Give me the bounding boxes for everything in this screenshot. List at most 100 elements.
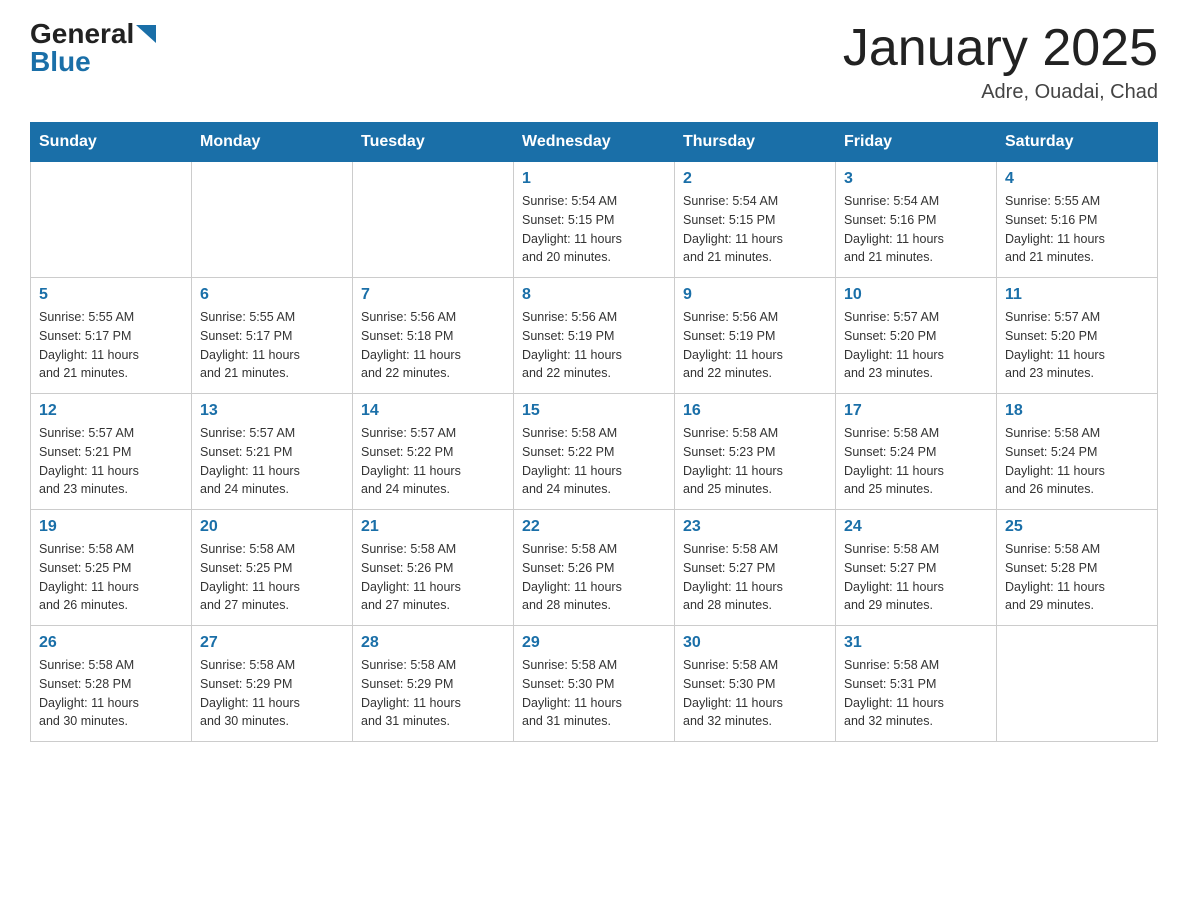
day-info: Sunrise: 5:58 AM Sunset: 5:23 PM Dayligh…	[683, 424, 827, 499]
calendar-cell: 26Sunrise: 5:58 AM Sunset: 5:28 PM Dayli…	[31, 626, 192, 742]
header-thursday: Thursday	[675, 123, 836, 162]
day-info: Sunrise: 5:57 AM Sunset: 5:20 PM Dayligh…	[1005, 308, 1149, 383]
calendar-cell: 5Sunrise: 5:55 AM Sunset: 5:17 PM Daylig…	[31, 278, 192, 394]
calendar-cell: 23 Sunrise: 5:58 AM Sunset: 5:27 PM Dayli…	[675, 510, 836, 626]
day-info: Sunrise: 5:55 AM Sunset: 5:16 PM Dayligh…	[1005, 192, 1149, 267]
day-info: Sunrise: 5:58 AM Sunset: 5:26 PM Dayligh…	[361, 540, 505, 615]
week-row-2: 5Sunrise: 5:55 AM Sunset: 5:17 PM Daylig…	[31, 278, 1158, 394]
location-text: Adre, Ouadai, Chad	[843, 81, 1158, 104]
day-number: 12	[39, 402, 183, 420]
day-number: 8	[522, 286, 666, 304]
day-info: Sunrise: 5:58 AM Sunset: 5:29 PM Dayligh…	[200, 656, 344, 731]
calendar-cell: 18 Sunrise: 5:58 AM Sunset: 5:24 PM Dayli…	[997, 394, 1158, 510]
day-info: Sunrise: 5:58 AM Sunset: 5:28 PM Dayligh…	[1005, 540, 1149, 615]
day-info: Sunrise: 5:58 AM Sunset: 5:27 PM Dayligh…	[683, 540, 827, 615]
day-number: 29	[522, 634, 666, 652]
calendar-cell: 27 Sunrise: 5:58 AM Sunset: 5:29 PM Dayli…	[192, 626, 353, 742]
day-info: Sunrise: 5:58 AM Sunset: 5:30 PM Dayligh…	[683, 656, 827, 731]
day-info: Sunrise: 5:55 AM Sunset: 5:17 PM Dayligh…	[200, 308, 344, 383]
calendar-cell: 19Sunrise: 5:58 AM Sunset: 5:25 PM Dayli…	[31, 510, 192, 626]
calendar-cell: 8 Sunrise: 5:56 AM Sunset: 5:19 PM Daylig…	[514, 278, 675, 394]
calendar-cell: 22 Sunrise: 5:58 AM Sunset: 5:26 PM Dayli…	[514, 510, 675, 626]
day-number: 15	[522, 402, 666, 420]
calendar-cell: 31 Sunrise: 5:58 AM Sunset: 5:31 PM Dayli…	[836, 626, 997, 742]
day-number: 19	[39, 518, 183, 536]
day-number: 14	[361, 402, 505, 420]
day-number: 30	[683, 634, 827, 652]
calendar-cell: 6 Sunrise: 5:55 AM Sunset: 5:17 PM Daylig…	[192, 278, 353, 394]
calendar-cell: 1Sunrise: 5:54 AM Sunset: 5:15 PM Daylig…	[514, 162, 675, 278]
day-number: 22	[522, 518, 666, 536]
calendar-cell: 9Sunrise: 5:56 AM Sunset: 5:19 PM Daylig…	[675, 278, 836, 394]
header-wednesday: Wednesday	[514, 123, 675, 162]
calendar-header-row: SundayMondayTuesdayWednesdayThursdayFrid…	[31, 123, 1158, 162]
calendar-cell: 14 Sunrise: 5:57 AM Sunset: 5:22 PM Dayli…	[353, 394, 514, 510]
logo-triangle-icon	[136, 25, 156, 45]
calendar-cell: 20 Sunrise: 5:58 AM Sunset: 5:25 PM Dayli…	[192, 510, 353, 626]
day-info: Sunrise: 5:58 AM Sunset: 5:31 PM Dayligh…	[844, 656, 988, 731]
calendar-cell: 4 Sunrise: 5:55 AM Sunset: 5:16 PM Daylig…	[997, 162, 1158, 278]
day-info: Sunrise: 5:54 AM Sunset: 5:16 PM Dayligh…	[844, 192, 988, 267]
calendar-cell: 16 Sunrise: 5:58 AM Sunset: 5:23 PM Dayli…	[675, 394, 836, 510]
day-number: 21	[361, 518, 505, 536]
day-number: 13	[200, 402, 344, 420]
calendar-cell	[192, 162, 353, 278]
day-number: 4	[1005, 170, 1149, 188]
calendar-cell: 28 Sunrise: 5:58 AM Sunset: 5:29 PM Dayli…	[353, 626, 514, 742]
day-number: 2	[683, 170, 827, 188]
calendar-cell: 7 Sunrise: 5:56 AM Sunset: 5:18 PM Daylig…	[353, 278, 514, 394]
header-sunday: Sunday	[31, 123, 192, 162]
day-info: Sunrise: 5:58 AM Sunset: 5:29 PM Dayligh…	[361, 656, 505, 731]
day-number: 28	[361, 634, 505, 652]
day-number: 20	[200, 518, 344, 536]
day-info: Sunrise: 5:58 AM Sunset: 5:26 PM Dayligh…	[522, 540, 666, 615]
day-number: 27	[200, 634, 344, 652]
day-number: 10	[844, 286, 988, 304]
calendar-cell	[31, 162, 192, 278]
calendar-cell: 12 Sunrise: 5:57 AM Sunset: 5:21 PM Dayli…	[31, 394, 192, 510]
header-tuesday: Tuesday	[353, 123, 514, 162]
logo-blue-text: Blue	[30, 48, 91, 76]
day-number: 16	[683, 402, 827, 420]
calendar-cell: 25 Sunrise: 5:58 AM Sunset: 5:28 PM Dayli…	[997, 510, 1158, 626]
day-info: Sunrise: 5:54 AM Sunset: 5:15 PM Dayligh…	[683, 192, 827, 267]
month-title: January 2025	[843, 20, 1158, 77]
day-number: 6	[200, 286, 344, 304]
day-number: 3	[844, 170, 988, 188]
calendar-cell	[353, 162, 514, 278]
day-number: 25	[1005, 518, 1149, 536]
calendar-cell: 29Sunrise: 5:58 AM Sunset: 5:30 PM Dayli…	[514, 626, 675, 742]
day-info: Sunrise: 5:55 AM Sunset: 5:17 PM Dayligh…	[39, 308, 183, 383]
day-info: Sunrise: 5:58 AM Sunset: 5:28 PM Dayligh…	[39, 656, 183, 731]
day-number: 23	[683, 518, 827, 536]
day-info: Sunrise: 5:56 AM Sunset: 5:19 PM Dayligh…	[522, 308, 666, 383]
day-info: Sunrise: 5:58 AM Sunset: 5:22 PM Dayligh…	[522, 424, 666, 499]
day-info: Sunrise: 5:56 AM Sunset: 5:19 PM Dayligh…	[683, 308, 827, 383]
day-info: Sunrise: 5:58 AM Sunset: 5:24 PM Dayligh…	[844, 424, 988, 499]
day-number: 17	[844, 402, 988, 420]
title-block: January 2025 Adre, Ouadai, Chad	[843, 20, 1158, 104]
day-number: 11	[1005, 286, 1149, 304]
day-number: 31	[844, 634, 988, 652]
day-info: Sunrise: 5:58 AM Sunset: 5:27 PM Dayligh…	[844, 540, 988, 615]
day-number: 7	[361, 286, 505, 304]
day-info: Sunrise: 5:57 AM Sunset: 5:20 PM Dayligh…	[844, 308, 988, 383]
logo-general-text: General	[30, 20, 134, 48]
day-info: Sunrise: 5:57 AM Sunset: 5:21 PM Dayligh…	[200, 424, 344, 499]
day-number: 18	[1005, 402, 1149, 420]
day-info: Sunrise: 5:57 AM Sunset: 5:21 PM Dayligh…	[39, 424, 183, 499]
day-info: Sunrise: 5:56 AM Sunset: 5:18 PM Dayligh…	[361, 308, 505, 383]
calendar-cell: 17 Sunrise: 5:58 AM Sunset: 5:24 PM Dayli…	[836, 394, 997, 510]
week-row-3: 12 Sunrise: 5:57 AM Sunset: 5:21 PM Dayli…	[31, 394, 1158, 510]
day-number: 24	[844, 518, 988, 536]
calendar-cell: 21 Sunrise: 5:58 AM Sunset: 5:26 PM Dayli…	[353, 510, 514, 626]
header-friday: Friday	[836, 123, 997, 162]
logo: General Blue	[30, 20, 156, 76]
day-info: Sunrise: 5:58 AM Sunset: 5:25 PM Dayligh…	[200, 540, 344, 615]
calendar-cell: 15 Sunrise: 5:58 AM Sunset: 5:22 PM Dayli…	[514, 394, 675, 510]
calendar-cell: 2 Sunrise: 5:54 AM Sunset: 5:15 PM Daylig…	[675, 162, 836, 278]
day-info: Sunrise: 5:57 AM Sunset: 5:22 PM Dayligh…	[361, 424, 505, 499]
week-row-1: 1Sunrise: 5:54 AM Sunset: 5:15 PM Daylig…	[31, 162, 1158, 278]
day-info: Sunrise: 5:58 AM Sunset: 5:24 PM Dayligh…	[1005, 424, 1149, 499]
page-header: General Blue January 2025 Adre, Ouadai, …	[30, 20, 1158, 104]
